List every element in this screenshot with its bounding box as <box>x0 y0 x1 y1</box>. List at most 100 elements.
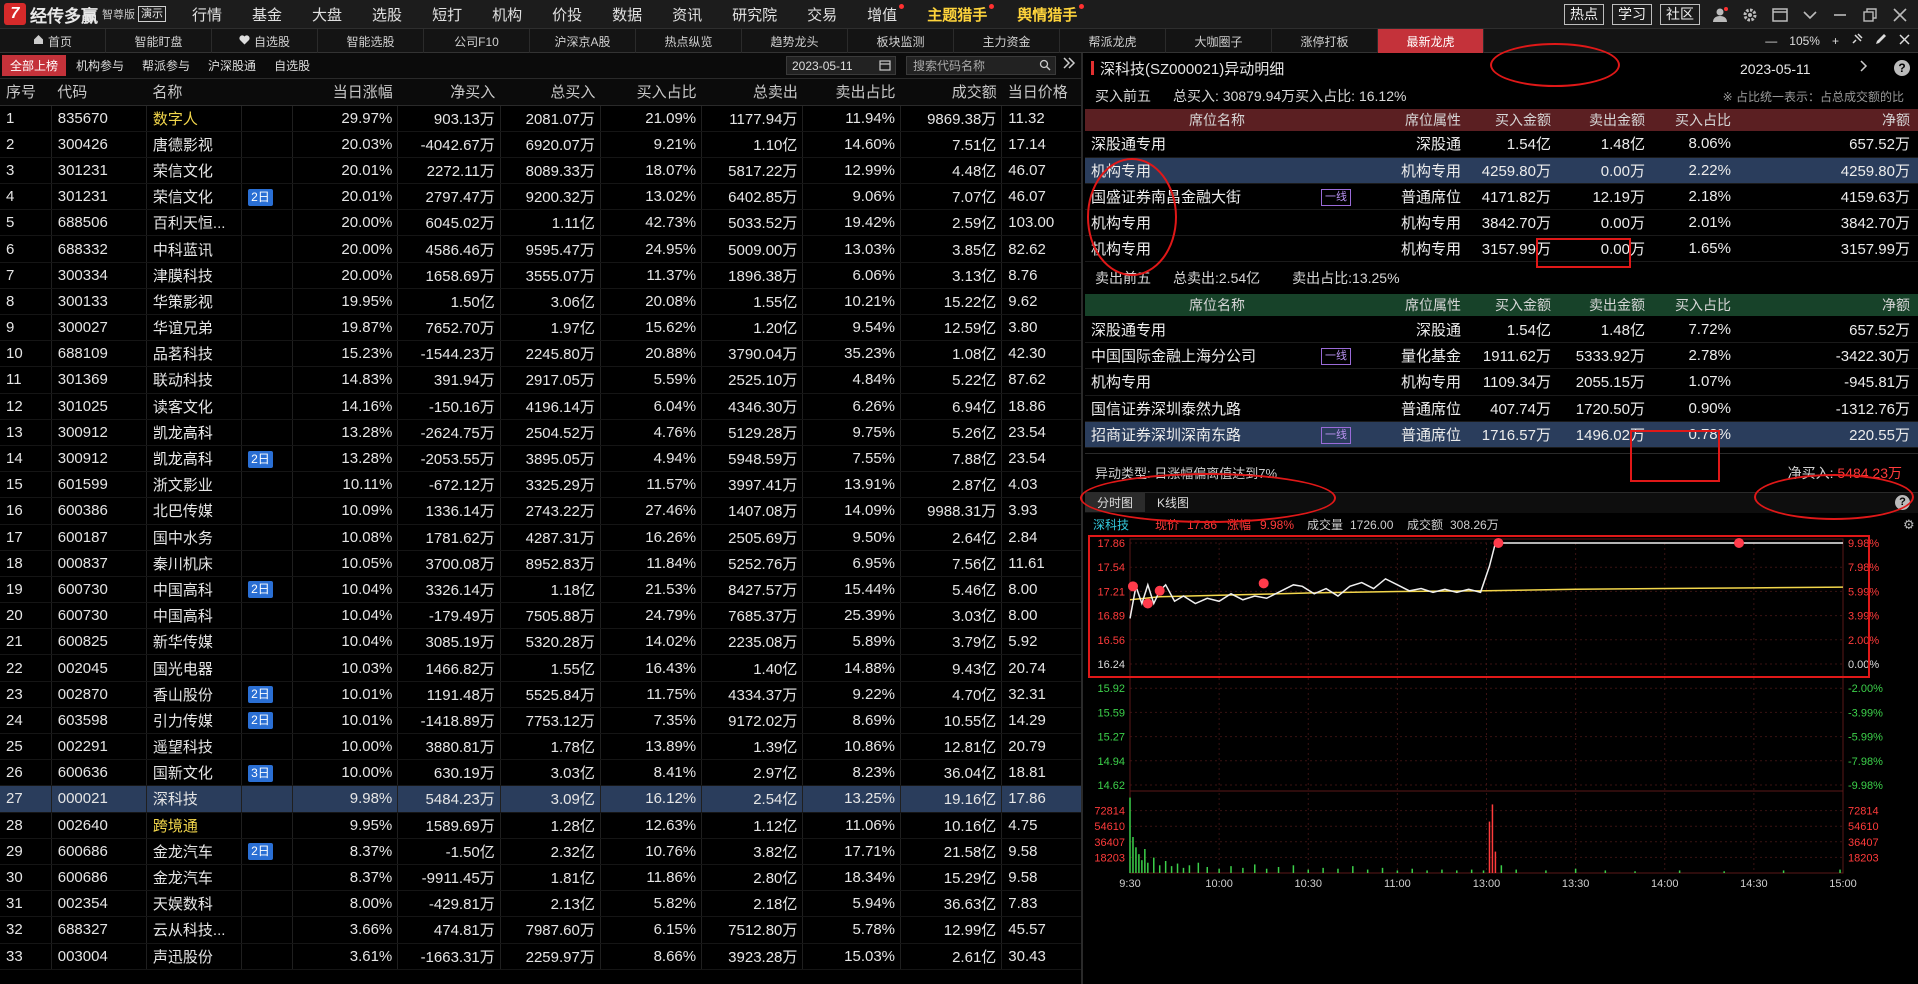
close-icon[interactable] <box>1890 5 1910 25</box>
tab-5[interactable]: 沪深京A股 <box>530 29 636 53</box>
menu-item-8[interactable]: 资讯 <box>672 4 702 25</box>
tab-0[interactable]: 首页 <box>0 29 106 53</box>
table-row[interactable]: 12 301025 读客文化 14.16% -150.16万 4196.14万 6.04% 4… <box>0 393 1081 420</box>
table-row[interactable]: 4 301231 荣信文化 2日 20.01% 2797.47万 9200.32万 13.02… <box>0 183 1081 211</box>
tab-13[interactable]: 最新龙虎 <box>1378 29 1484 53</box>
seat-row[interactable]: 机构专用 机构专用 3157.99万 0.00万 1.65% 3157.99万 <box>1085 235 1918 263</box>
restore-icon[interactable] <box>1860 5 1880 25</box>
table-row[interactable]: 15 601599 浙文影业 10.11% -672.12万 3325.29万 11.57%… <box>0 471 1081 499</box>
search-input[interactable]: 搜索代码名称 <box>906 56 1056 75</box>
tab-kline[interactable]: K线图 <box>1145 493 1201 512</box>
table-row[interactable]: 5 688506 百利天恒... 20.00% 6045.02万 1.11亿 42.73% 5… <box>0 209 1081 237</box>
table-row[interactable]: 2 300426 唐德影视 20.03% -4042.67万 6920.07万 9.21% 1… <box>0 131 1081 158</box>
table-row[interactable]: 17 600187 国中水务 10.08% 1781.62万 4287.31万 16.26%… <box>0 524 1081 551</box>
help-icon[interactable]: ? <box>1894 60 1910 76</box>
seat-row[interactable]: 招商证券深圳深南东路 一线 普通席位 1716.57万 1496.02万 0.78% 220… <box>1085 421 1918 448</box>
tab-10[interactable]: 帮派龙虎 <box>1060 29 1166 53</box>
community-button[interactable]: 社区 <box>1660 4 1700 25</box>
app-logo[interactable]: 7 经传多赢 智尊版 演示 <box>0 0 166 29</box>
table-row[interactable]: 20 600730 中国高科 10.04% -179.49万 7505.88万 24.79%… <box>0 602 1081 630</box>
table-row[interactable]: 3 301231 荣信文化 20.01% 2272.11万 8089.33万 18.07% 5… <box>0 157 1081 185</box>
user-icon[interactable] <box>1710 5 1730 25</box>
menu-item-0[interactable]: 行情 <box>192 4 222 25</box>
col-sell-pct[interactable]: 卖出占比 <box>802 79 901 106</box>
seat-row[interactable]: 机构专用 机构专用 4259.80万 0.00万 2.22% 4259.80万 <box>1085 157 1918 184</box>
menu-item-1[interactable]: 基金 <box>252 4 282 25</box>
tab-4[interactable]: 公司F10 <box>424 29 530 53</box>
pin-icon[interactable] <box>1851 33 1863 48</box>
seat-row[interactable]: 国信证券深圳泰然九路 普通席位 407.74万 1720.50万 0.90% -1312.… <box>1085 395 1918 422</box>
table-row[interactable]: 6 688332 中科蓝讯 20.00% 4586.46万 9595.47万 24.95% 5… <box>0 235 1081 263</box>
table-row[interactable]: 25 002291 遥望科技 10.00% 3880.81万 1.78亿 13.89% 1.3… <box>0 733 1081 761</box>
subtab-gang[interactable]: 帮派参与 <box>134 55 198 76</box>
table-row[interactable]: 1 835670 数字人 29.97% 903.13万 2081.07万 21.09% 117… <box>0 105 1081 132</box>
chevron-down-icon[interactable] <box>1800 5 1820 25</box>
tab-12[interactable]: 涨停打板 <box>1272 29 1378 53</box>
table-row[interactable]: 33 003004 声迅股份 3.61% -1663.31万 2259.97万 8.66% 3… <box>0 943 1081 970</box>
table-row[interactable]: 22 002045 国光电器 10.03% 1466.82万 1.55亿 16.43% 1.4… <box>0 654 1081 682</box>
col-amount[interactable]: 成交额 <box>900 79 1002 106</box>
col-code[interactable]: 代码 <box>51 79 147 106</box>
tab-2[interactable]: 自选股 <box>212 29 318 53</box>
menu-item-11[interactable]: 增值 <box>867 3 905 25</box>
col-net-buy[interactable]: 净买入 <box>397 79 501 106</box>
table-row[interactable]: 19 600730 中国高科 2日 10.04% 3326.14万 1.18亿 21.53% 8… <box>0 576 1081 604</box>
table-row[interactable]: 8 300133 华策影视 19.95% 1.50亿 3.06亿 20.08% 1.55亿 10… <box>0 288 1081 316</box>
seat-row[interactable]: 深股通专用 深股通 1.54亿 1.48亿 7.72% 657.52万 <box>1085 316 1918 344</box>
table-row[interactable]: 9 300027 华谊兄弟 19.87% 7652.70万 1.97亿 15.62% 1.20… <box>0 314 1081 342</box>
table-row[interactable]: 24 603598 引力传媒 2日 10.01% -1418.89万 7753.12万 7.3… <box>0 707 1081 735</box>
table-row[interactable]: 7 300334 津膜科技 20.00% 1658.69万 3555.07万 11.37% 1… <box>0 262 1081 289</box>
double-chevron-right-icon[interactable] <box>1062 56 1076 74</box>
hot-button[interactable]: 热点 <box>1564 4 1604 25</box>
menu-item-10[interactable]: 交易 <box>807 4 837 25</box>
tab-9[interactable]: 主力资金 <box>954 29 1060 53</box>
col-price[interactable]: 当日价格 <box>1001 79 1081 106</box>
table-row[interactable]: 16 600386 北巴传媒 10.09% 1336.14万 2743.22万 27.46%… <box>0 497 1081 525</box>
subtab-institution[interactable]: 机构参与 <box>68 55 132 76</box>
tab-1[interactable]: 智能盯盘 <box>106 29 212 53</box>
col-name[interactable]: 名称 <box>146 79 242 106</box>
table-row[interactable]: 27 000021 深科技 9.98% 5484.23万 3.09亿 16.12% 2.54亿… <box>0 785 1081 813</box>
seat-row[interactable]: 机构专用 机构专用 1109.34万 2055.15万 1.07% -945.81万 <box>1085 368 1918 396</box>
col-change[interactable]: 当日涨幅 <box>292 79 398 106</box>
table-row[interactable]: 13 300912 凯龙高科 13.28% -2624.75万 2504.52万 4.76%… <box>0 419 1081 446</box>
layout-window-icon[interactable] <box>1770 5 1790 25</box>
seat-row[interactable]: 中国国际金融上海分公司 一线 量化基金 1911.62万 5333.92万 2.78% -3… <box>1085 342 1918 370</box>
table-row[interactable]: 11 301369 联动科技 14.83% 391.94万 2917.05万 5.59% 25… <box>0 366 1081 394</box>
learn-button[interactable]: 学习 <box>1612 4 1652 25</box>
zoom-in-button[interactable]: + <box>1832 34 1839 48</box>
table-row[interactable]: 28 002640 跨境通 9.95% 1589.69万 1.28亿 12.63% 1.12亿… <box>0 812 1081 839</box>
table-row[interactable]: 30 600686 金龙汽车 8.37% -9911.45万 1.81亿 11.86% 2.8… <box>0 864 1081 892</box>
seat-row[interactable]: 深股通专用 深股通 1.54亿 1.48亿 8.06% 657.52万 <box>1085 131 1918 158</box>
tab-8[interactable]: 板块监测 <box>848 29 954 53</box>
col-buy-pct[interactable]: 买入占比 <box>600 79 702 106</box>
col-no[interactable]: 序号 <box>0 79 52 106</box>
tab-intraday[interactable]: 分时图 <box>1085 493 1146 513</box>
menu-item-12[interactable]: 主题猎手 <box>927 3 995 25</box>
table-row[interactable]: 29 600686 金龙汽车 2日 8.37% -1.50亿 2.32亿 10.76% 3.82… <box>0 838 1081 865</box>
table-row[interactable]: 23 002870 香山股份 2日 10.01% 1191.48万 5525.84万 11.7… <box>0 681 1081 708</box>
subtab-watchlist[interactable]: 自选股 <box>266 55 318 76</box>
seat-row[interactable]: 国盛证券南昌金融大街 一线 普通席位 4171.82万 12.19万 2.18% 4159.… <box>1085 183 1918 211</box>
menu-item-6[interactable]: 价投 <box>552 4 582 25</box>
list-date-picker[interactable]: 2023-05-11 <box>786 56 896 75</box>
chevron-right-icon[interactable] <box>1860 60 1868 75</box>
menu-item-5[interactable]: 机构 <box>492 4 522 25</box>
zoom-out-button[interactable]: — <box>1765 34 1777 48</box>
tab-11[interactable]: 大咖圈子 <box>1166 29 1272 53</box>
table-row[interactable]: 26 600636 国新文化 3日 10.00% 630.19万 3.03亿 8.41% 2.9… <box>0 759 1081 787</box>
menu-item-2[interactable]: 大盘 <box>312 4 342 25</box>
subtab-all[interactable]: 全部上榜 <box>2 55 67 76</box>
detail-date-select[interactable]: 2023-05-11 <box>1736 58 1852 79</box>
menu-item-4[interactable]: 短打 <box>432 4 462 25</box>
subtab-connect[interactable]: 沪深股通 <box>200 55 264 76</box>
intraday-chart[interactable]: 17.86 9.98% 17.54 7.98% 17.21 5.99% 16.89 3.99%… <box>1085 513 1918 891</box>
minimize-icon[interactable] <box>1830 5 1850 25</box>
table-row[interactable]: 32 688327 云从科技... 3.66% 474.81万 7987.60万 6.15%… <box>0 916 1081 944</box>
tab-close-icon[interactable] <box>1899 33 1910 48</box>
menu-item-7[interactable]: 数据 <box>612 4 642 25</box>
tab-7[interactable]: 趋势龙头 <box>742 29 848 53</box>
tab-3[interactable]: 智能选股 <box>318 29 424 53</box>
edit-pencil-icon[interactable] <box>1875 33 1887 48</box>
first-line-tag[interactable]: 一线 <box>1321 426 1351 444</box>
